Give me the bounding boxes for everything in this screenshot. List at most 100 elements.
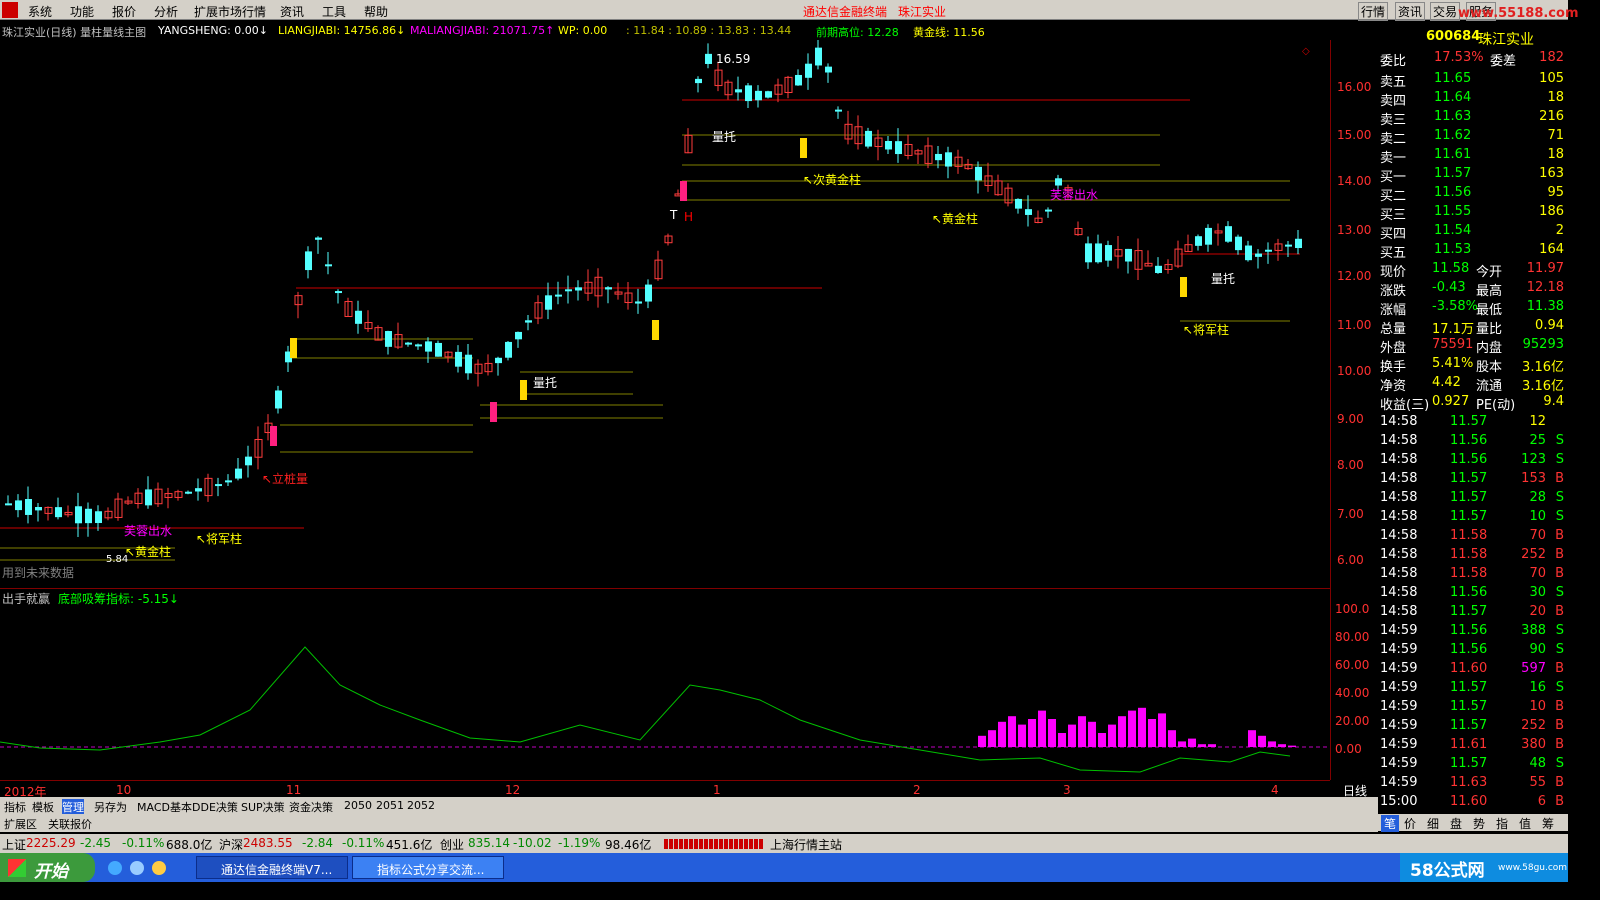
weibi-label: 委比 xyxy=(1380,54,1407,69)
x-axis: 2012年 10 11 12 1 2 3 4 xyxy=(0,780,1330,799)
menu-quote[interactable]: 报价 xyxy=(112,3,136,20)
candle-body xyxy=(385,331,392,347)
divider xyxy=(0,588,1330,589)
indicator-tab[interactable]: DDE决策 xyxy=(192,799,238,815)
media-icon[interactable] xyxy=(152,861,166,875)
candle-body xyxy=(505,341,512,358)
ask-row: 卖五 11.65 105 xyxy=(1378,70,1568,90)
sub-indicator-panel[interactable]: 出手就赢 底部吸筹指标: -5.15↓ xyxy=(0,590,1330,780)
candle-body xyxy=(805,63,812,78)
main-kline-chart[interactable]: ◇ 16.59 5.84 T H 量托 量托 量托 ↖次黄金柱 ↖黄金柱 ↖黄金… xyxy=(0,40,1330,588)
menu-help[interactable]: 帮助 xyxy=(364,3,388,20)
quote-tab[interactable]: 指 xyxy=(1496,815,1508,832)
quote-tab[interactable]: 筹 xyxy=(1542,815,1554,832)
y-tick: 11.00 xyxy=(1337,318,1372,332)
tick-time: 14:59 xyxy=(1380,699,1418,714)
quote-tab[interactable]: 势 xyxy=(1473,815,1485,832)
signal-candle xyxy=(800,138,807,158)
menu-ext-market[interactable]: 扩展市场行情 xyxy=(194,3,266,20)
tick-time: 14:59 xyxy=(1380,661,1418,676)
menu-analysis[interactable]: 分析 xyxy=(154,3,178,20)
menu-system[interactable]: 系统 xyxy=(28,3,52,20)
task-forum[interactable]: 指标公式分享交流... xyxy=(352,856,504,879)
bid-row: 买五 11.53 164 xyxy=(1378,241,1568,261)
stat-value: 11.38 xyxy=(1526,299,1564,314)
signal-candle xyxy=(680,181,687,201)
tick-volume: 30 xyxy=(1529,585,1546,600)
stat-label: 外盘 xyxy=(1380,341,1407,356)
signal-candle xyxy=(520,380,527,400)
task-tdx[interactable]: 通达信金融终端V7... xyxy=(196,856,348,879)
indicator-tab[interactable]: 模板 xyxy=(32,799,54,815)
quote-tab[interactable]: 笔 xyxy=(1381,815,1400,832)
btn-quote[interactable]: 行情 xyxy=(1358,2,1389,21)
indicator-tab[interactable]: 另存为 xyxy=(94,799,127,815)
explorer-icon[interactable] xyxy=(130,861,144,875)
bid-label: 买五 xyxy=(1380,246,1407,261)
candle-body xyxy=(885,141,892,150)
candle-body xyxy=(865,130,872,147)
tick-time: 14:58 xyxy=(1380,566,1418,581)
candle-body xyxy=(405,342,412,345)
tick-time: 14:58 xyxy=(1380,471,1418,486)
candle-body xyxy=(245,456,252,466)
tick-side: S xyxy=(1555,433,1564,448)
candle-body xyxy=(755,90,762,101)
signal-jiangjun-1: ↖将军柱 xyxy=(196,532,243,546)
candle-body xyxy=(95,511,102,524)
quote-tab[interactable]: 值 xyxy=(1519,815,1531,832)
menu-news[interactable]: 资讯 xyxy=(280,3,304,20)
stat-label: 股本 xyxy=(1476,360,1503,375)
stat-value: 5.41% xyxy=(1432,356,1474,371)
accumulation-bar xyxy=(1048,719,1056,747)
candle-body xyxy=(1155,265,1162,274)
indicator-tab[interactable]: 指标 xyxy=(4,799,26,815)
candle-body xyxy=(1235,236,1242,251)
indicator-tab[interactable]: SUP决策 xyxy=(241,799,285,815)
indicator-tab[interactable]: MACD基本 xyxy=(137,799,192,815)
indicator-tab[interactable]: 管理 xyxy=(62,799,84,815)
ask-price: 11.65 xyxy=(1434,71,1472,86)
tick-volume: 20 xyxy=(1529,604,1546,619)
y-tick: 7.00 xyxy=(1337,507,1364,521)
tick-side: S xyxy=(1555,452,1564,467)
quote-tab[interactable]: 盘 xyxy=(1450,815,1462,832)
server-station[interactable]: 上海行情主站 xyxy=(770,836,842,853)
x-label-feb: 2 xyxy=(913,783,921,797)
quote-tab[interactable]: 价 xyxy=(1404,815,1416,832)
indicator-tab[interactable]: 2050 xyxy=(344,799,372,812)
ie-icon[interactable] xyxy=(108,861,122,875)
sz-percent: -0.11% xyxy=(342,836,385,850)
y-tick: 12.00 xyxy=(1337,269,1372,283)
candle-body xyxy=(1245,245,1252,261)
tab-extension[interactable]: 扩展区 xyxy=(4,816,37,832)
tab-related-quote[interactable]: 关联报价 xyxy=(48,816,92,832)
btn-trade[interactable]: 交易 xyxy=(1430,2,1461,21)
cy-percent: -1.19% xyxy=(558,836,601,850)
tick-side: B xyxy=(1555,528,1564,543)
bid-label: 买一 xyxy=(1380,170,1407,185)
btn-news[interactable]: 资讯 xyxy=(1395,2,1426,21)
quote-tab[interactable]: 细 xyxy=(1427,815,1439,832)
t-marker: T xyxy=(670,208,678,222)
candle-body xyxy=(765,91,772,98)
stat-value: 3.16亿 xyxy=(1522,360,1564,375)
stat-label: 内盘 xyxy=(1476,341,1503,356)
panel-control-icon: ◇ xyxy=(1302,46,1310,57)
signal-candle xyxy=(490,402,497,422)
stat-value: -0.43 xyxy=(1432,280,1466,295)
indicator-tab[interactable]: 2052 xyxy=(407,799,435,812)
menu-function[interactable]: 功能 xyxy=(70,3,94,20)
candle-body xyxy=(695,78,702,84)
indicator-tab[interactable]: 2051 xyxy=(376,799,404,812)
tick-volume: 70 xyxy=(1529,528,1546,543)
indicator-tab[interactable]: 资金决策 xyxy=(289,799,333,815)
candle-body xyxy=(465,354,472,374)
menu-tools[interactable]: 工具 xyxy=(322,3,346,20)
accumulation-bar xyxy=(988,730,996,747)
candle-body xyxy=(745,85,752,102)
tick-side: B xyxy=(1555,604,1564,619)
candle-body xyxy=(215,484,222,487)
accumulation-bar xyxy=(1158,713,1166,747)
candle-body xyxy=(735,89,742,93)
